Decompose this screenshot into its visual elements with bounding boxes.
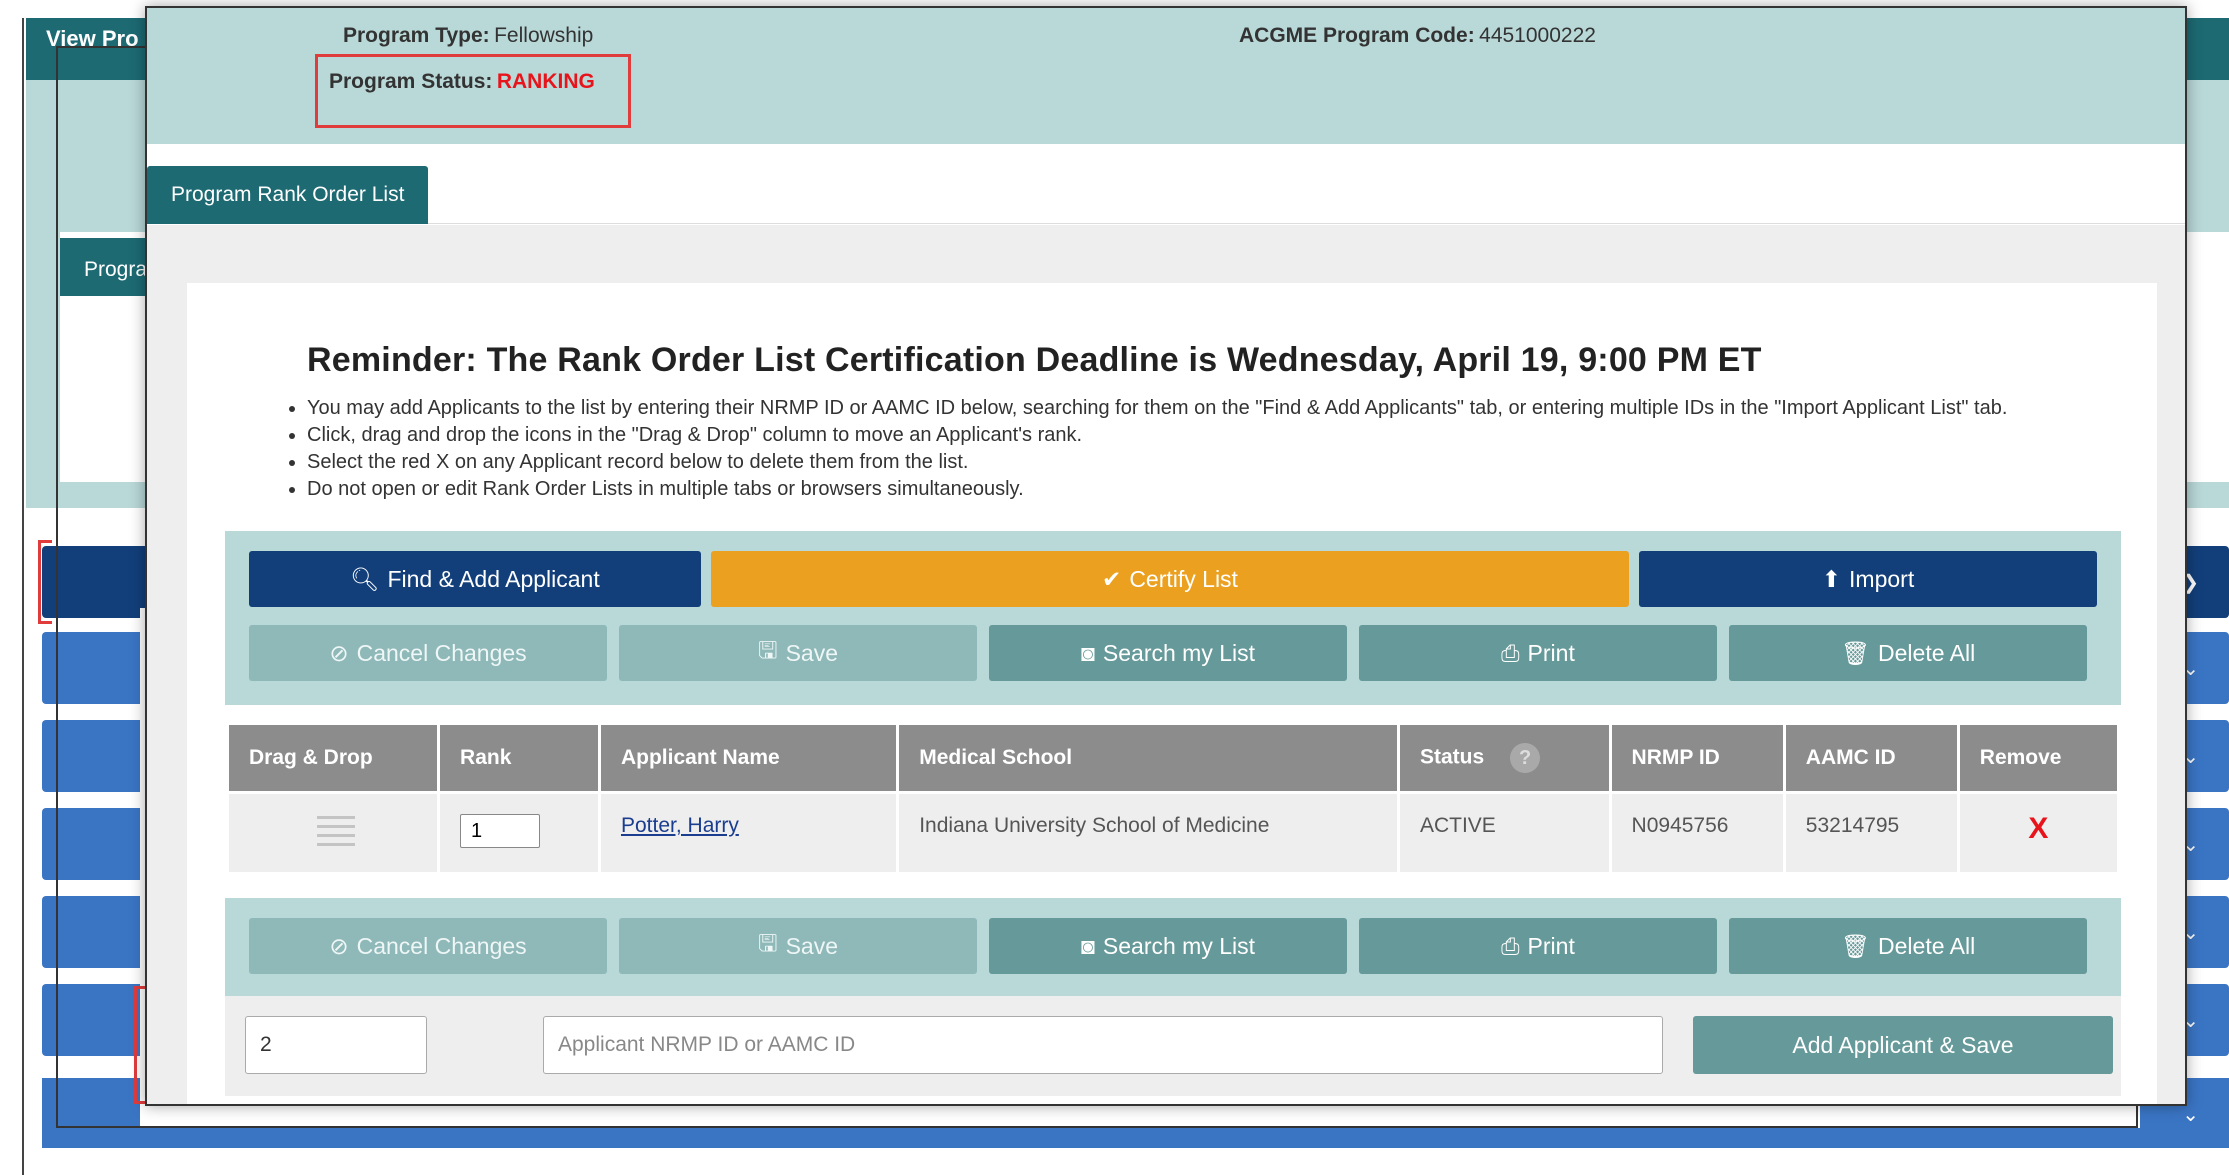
ban-icon: ⊘ xyxy=(329,639,349,666)
trash-icon: 🗑︎ xyxy=(1840,932,1871,959)
rank-cell xyxy=(438,791,601,872)
remove-icon[interactable]: X xyxy=(2028,812,2048,845)
print-icon: ⎙ xyxy=(1501,639,1520,666)
rank-order-dialog: Program Type: Fellowship Program Status:… xyxy=(145,6,2187,1106)
search-plus-icon: 🔍︎ xyxy=(350,565,380,592)
applicant-name-link[interactable]: Potter, Harry xyxy=(621,814,739,837)
column-header: Remove xyxy=(1958,725,2117,793)
save-button[interactable]: 🖫︎ Save xyxy=(619,625,977,681)
highlight-box xyxy=(38,540,52,624)
program-code-value: 4451000222 xyxy=(1479,24,1596,47)
add-applicant-save-button[interactable]: Add Applicant & Save xyxy=(1693,1016,2113,1074)
print-button[interactable]: ⎙ Print xyxy=(1359,918,1717,974)
delete-all-button[interactable]: 🗑︎ Delete All xyxy=(1729,625,2087,681)
content-area: Reminder: The Rank Order List Certificat… xyxy=(147,225,2185,1104)
instruction-item: Select the red X on any Applicant record… xyxy=(307,449,2007,476)
program-info-header: Program Type: Fellowship Program Status:… xyxy=(147,8,2185,144)
medical-school-cell: Indiana University School of Medicine xyxy=(897,791,1400,872)
search-my-list-button[interactable]: ◙ Search my List xyxy=(989,625,1347,681)
column-header: AAMC ID xyxy=(1784,725,1960,793)
cancel-changes-button[interactable]: ⊘ Cancel Changes xyxy=(249,918,607,974)
instruction-item: You may add Applicants to the list by en… xyxy=(307,395,2007,422)
rank-order-table: Drag & Drop Rank Applicant Name Medical … xyxy=(229,725,2117,872)
program-type: Program Type: Fellowship xyxy=(343,24,593,48)
bottom-action-bar: ⊘ Cancel Changes 🖫︎ Save ◙ Search my List ⎙… xyxy=(225,898,2121,996)
binoculars-icon: ◙ xyxy=(1080,932,1095,959)
status-highlight-box xyxy=(315,54,631,128)
column-header: Medical School xyxy=(897,725,1400,793)
column-header: Rank xyxy=(438,725,601,793)
instruction-item: Do not open or edit Rank Order Lists in … xyxy=(307,476,2007,503)
cancel-changes-button[interactable]: ⊘ Cancel Changes xyxy=(249,625,607,681)
applicant-name-cell: Potter, Harry xyxy=(599,791,900,872)
add-applicant-row: 2 Applicant NRMP ID or AAMC ID Add Appli… xyxy=(225,996,2121,1096)
column-header: Drag & Drop xyxy=(229,725,441,793)
program-type-label: Program Type: xyxy=(343,24,490,47)
deadline-reminder: Reminder: The Rank Order List Certificat… xyxy=(307,341,1762,379)
check-icon: ✔ xyxy=(1102,565,1122,592)
program-code: ACGME Program Code: 4451000222 xyxy=(1239,24,1596,48)
search-my-list-button[interactable]: ◙ Search my List xyxy=(989,918,1347,974)
delete-all-button[interactable]: 🗑︎ Delete All xyxy=(1729,918,2087,974)
tab-bar: Program Rank Order List xyxy=(147,144,2185,224)
applicant-id-placeholder: Applicant NRMP ID or AAMC ID xyxy=(558,1033,856,1056)
remove-cell: X xyxy=(1958,791,2117,872)
column-header: NRMP ID xyxy=(1610,725,1786,793)
rank-order-panel: Reminder: The Rank Order List Certificat… xyxy=(187,283,2157,1104)
drag-cell xyxy=(229,791,441,872)
import-button[interactable]: ⬆︎ Import xyxy=(1639,551,2097,607)
column-header-label: Status xyxy=(1419,745,1485,769)
instructions-list: You may add Applicants to the list by en… xyxy=(282,395,2007,503)
status-cell: ACTIVE xyxy=(1398,791,1612,872)
next-rank-input[interactable]: 2 xyxy=(245,1016,427,1074)
certify-list-button[interactable]: ✔ Certify List xyxy=(711,551,1629,607)
program-type-value: Fellowship xyxy=(494,24,594,47)
upload-icon: ⬆︎ xyxy=(1821,565,1842,592)
tab-program-rank-order-list[interactable]: Program Rank Order List xyxy=(147,166,429,224)
floppy-disk-icon: 🖫︎ xyxy=(757,636,778,663)
aamc-id-cell: 53214795 xyxy=(1784,791,1960,872)
save-button[interactable]: 🖫︎ Save xyxy=(619,918,977,974)
applicant-id-input[interactable]: Applicant NRMP ID or AAMC ID xyxy=(543,1016,1663,1074)
top-action-bar: 🔍︎ Find & Add Applicant ✔ Certify List ⬆︎ I… xyxy=(225,531,2121,705)
trash-icon: 🗑︎ xyxy=(1840,639,1871,666)
binoculars-icon: ◙ xyxy=(1080,639,1095,666)
help-icon[interactable]: ? xyxy=(1510,743,1541,773)
status-column-header: Status? xyxy=(1398,725,1612,793)
rank-input[interactable] xyxy=(460,814,541,848)
table-row: Potter, Harry Indiana University School … xyxy=(229,791,2117,872)
floppy-disk-icon: 🖫︎ xyxy=(757,929,778,956)
nrmp-id-cell: N0945756 xyxy=(1610,791,1786,872)
find-add-applicant-button[interactable]: 🔍︎ Find & Add Applicant xyxy=(249,551,701,607)
program-code-label: ACGME Program Code: xyxy=(1239,24,1475,47)
print-icon: ⎙ xyxy=(1501,932,1520,959)
print-button[interactable]: ⎙ Print xyxy=(1359,625,1717,681)
table-header-row: Drag & Drop Rank Applicant Name Medical … xyxy=(229,725,2117,793)
instruction-item: Click, drag and drop the icons in the "D… xyxy=(307,422,2007,449)
column-header: Applicant Name xyxy=(599,725,900,793)
ban-icon: ⊘ xyxy=(329,932,349,959)
drag-handle-icon[interactable] xyxy=(317,816,355,846)
